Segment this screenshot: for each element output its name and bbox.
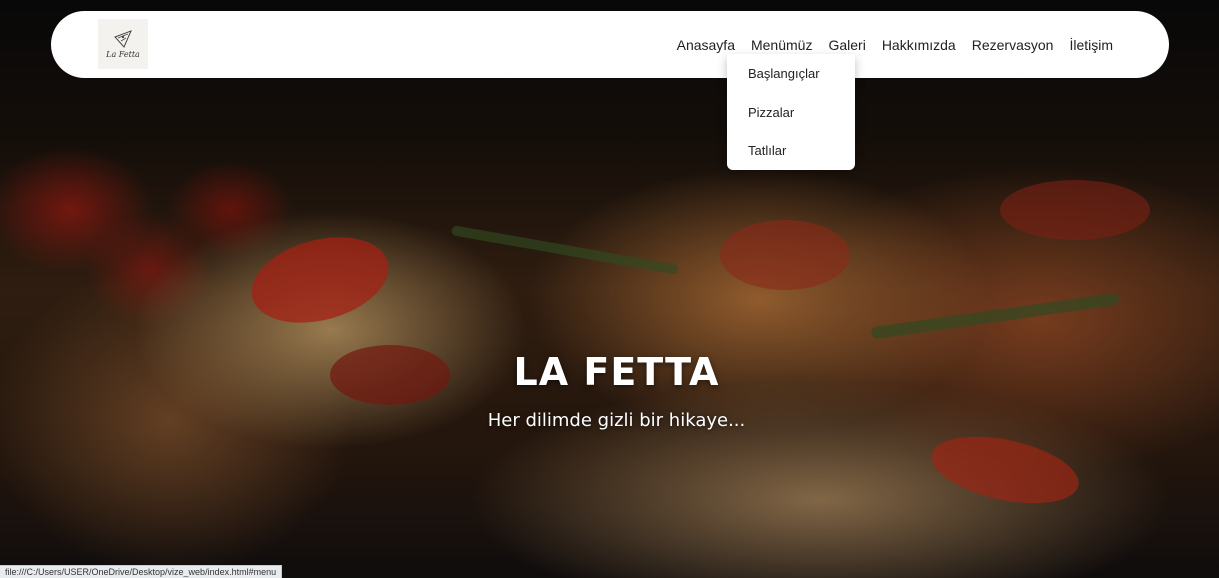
status-bar-url: file:///C:/Users/USER/OneDrive/Desktop/v… [0, 565, 283, 578]
logo[interactable]: La Fetta [98, 19, 148, 69]
nav-link-anasayfa[interactable]: Anasayfa [677, 37, 735, 53]
hero-title: LA FETTA [513, 350, 720, 394]
pizza-slice-icon: La Fetta [105, 30, 140, 59]
navbar: La Fetta Anasayfa Menümüz Galeri Hakkımı… [51, 11, 1169, 78]
dropdown-item-baslangiclar[interactable]: Başlangıçlar [748, 66, 820, 81]
dropdown-item-tatlilar[interactable]: Tatlılar [748, 143, 786, 158]
dropdown-item-pizzalar[interactable]: Pizzalar [748, 105, 794, 120]
menu-dropdown: Başlangıçlar Pizzalar Tatlılar [727, 54, 855, 170]
hero-subtitle: Her dilimde gizli bir hikaye... [487, 410, 746, 431]
nav-link-rezervasyon[interactable]: Rezervasyon [972, 37, 1054, 53]
nav-link-galeri[interactable]: Galeri [828, 37, 865, 53]
logo-text: La Fetta [105, 50, 140, 59]
nav-link-menumuz[interactable]: Menümüz [751, 37, 812, 53]
nav-link-iletisim[interactable]: İletişim [1069, 37, 1113, 53]
nav-link-hakkimizda[interactable]: Hakkımızda [882, 37, 956, 53]
hero-overlay [0, 0, 1219, 578]
